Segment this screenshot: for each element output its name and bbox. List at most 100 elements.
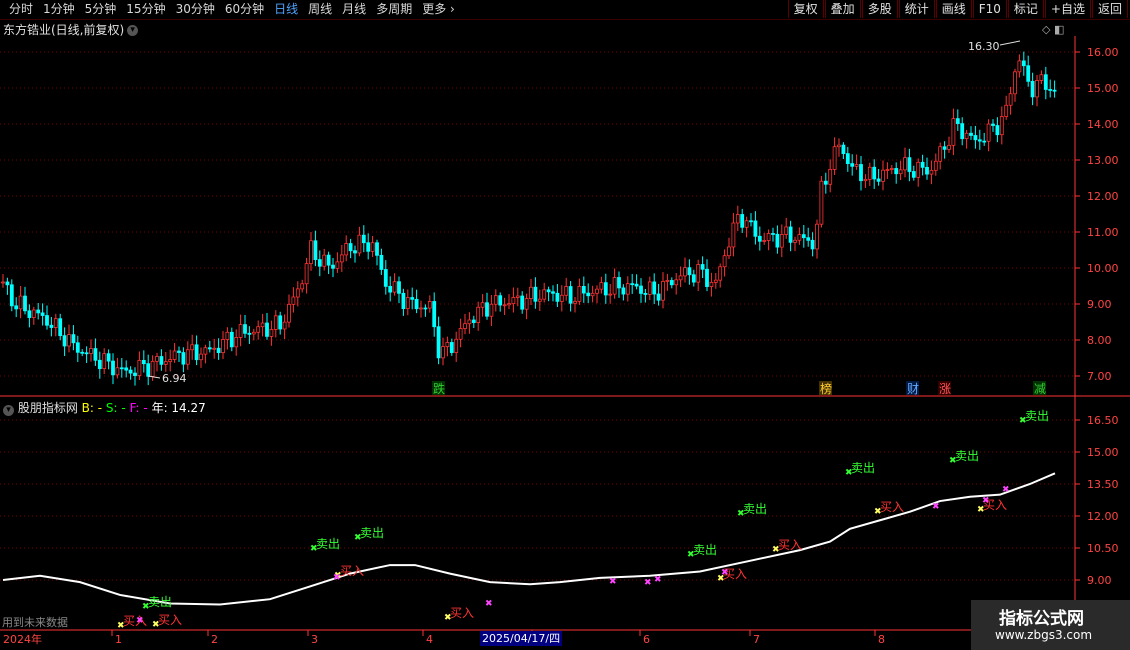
candle-body bbox=[625, 283, 630, 295]
candle-body bbox=[793, 239, 797, 243]
candle-body bbox=[1021, 60, 1026, 67]
candle-body bbox=[951, 118, 956, 146]
high-arrow bbox=[999, 40, 1021, 46]
candle-body bbox=[467, 319, 472, 325]
indicator-b-value: B: - bbox=[81, 401, 103, 415]
candle-body bbox=[643, 293, 648, 295]
indicator-tick-label: 13.50 bbox=[1087, 478, 1119, 491]
f-marker: ✖ bbox=[485, 599, 493, 609]
cursor-date: 2025/04/17/四 bbox=[480, 631, 563, 646]
event-marker[interactable]: 减 bbox=[1034, 382, 1046, 396]
candle-body bbox=[14, 305, 19, 310]
candle-body bbox=[234, 337, 239, 348]
price-tick-label: 13.00 bbox=[1087, 154, 1119, 167]
f-marker: ✖ bbox=[136, 616, 144, 626]
f-marker: ✖ bbox=[1002, 485, 1010, 495]
candle-body bbox=[463, 323, 467, 329]
time-axis: 2024年12345678 bbox=[3, 630, 885, 646]
candle-body bbox=[700, 264, 705, 270]
candle-body bbox=[225, 331, 230, 340]
candle-body bbox=[410, 297, 415, 300]
candle-body bbox=[1048, 89, 1053, 91]
indicator-name[interactable]: 股朋指标网 bbox=[18, 401, 78, 415]
low-price-label: 6.94 bbox=[162, 372, 187, 385]
candle-body bbox=[168, 359, 173, 363]
candle-body bbox=[366, 242, 371, 252]
event-marker[interactable]: 跌 bbox=[433, 381, 445, 396]
candle-body bbox=[128, 369, 133, 374]
candle-body bbox=[137, 359, 142, 377]
candle-body bbox=[489, 303, 494, 317]
candle-body bbox=[23, 295, 27, 312]
candle-body bbox=[58, 318, 63, 337]
candle-body bbox=[427, 301, 432, 309]
candle-body bbox=[445, 342, 450, 347]
candle-body bbox=[353, 250, 357, 254]
candle-body bbox=[295, 288, 300, 298]
candle-body bbox=[1, 281, 5, 284]
candle-body bbox=[62, 335, 67, 347]
candle-body bbox=[744, 220, 749, 228]
candle-body bbox=[18, 295, 23, 310]
buy-signal-label: 买入 bbox=[450, 606, 474, 620]
event-marker[interactable]: 财 bbox=[907, 382, 919, 396]
candle-body bbox=[243, 324, 247, 334]
candle-body bbox=[304, 263, 309, 285]
indicator-grid bbox=[0, 419, 1075, 581]
candle-body bbox=[762, 240, 767, 242]
candle-body bbox=[533, 286, 538, 302]
candle-body bbox=[973, 135, 978, 141]
chevron-down-icon[interactable]: ▾ bbox=[3, 405, 14, 416]
candle-body bbox=[678, 275, 683, 281]
candle-body bbox=[383, 269, 388, 287]
candle-body bbox=[287, 303, 291, 323]
candle-body bbox=[348, 243, 353, 252]
candle-body bbox=[344, 243, 349, 256]
future-data-notice: 用到未来数据 bbox=[2, 616, 68, 629]
candle-body bbox=[331, 264, 335, 269]
candle-body bbox=[634, 283, 639, 287]
price-tick-label: 8.00 bbox=[1087, 334, 1112, 347]
candle-body bbox=[982, 140, 987, 143]
candle-body bbox=[753, 220, 758, 237]
candle-body bbox=[93, 348, 98, 361]
price-tick-label: 10.00 bbox=[1087, 262, 1119, 275]
candle-body bbox=[727, 246, 731, 257]
candle-body bbox=[300, 283, 305, 290]
candle-body bbox=[361, 234, 366, 244]
candle-body bbox=[595, 288, 599, 294]
candle-body bbox=[423, 307, 428, 310]
candle-body bbox=[155, 356, 159, 362]
candlesticks bbox=[1, 51, 1057, 386]
candle-body bbox=[317, 259, 322, 267]
candle-body bbox=[581, 286, 586, 294]
candle-body bbox=[172, 350, 177, 360]
candle-body bbox=[995, 125, 1000, 136]
chart-canvas[interactable]: 16.00 15.00 14.00 13.00 12.00 11.00 10.00 9.00 8… bbox=[0, 0, 1130, 650]
candle-body bbox=[911, 171, 916, 178]
candle-body bbox=[969, 132, 973, 136]
candle-body bbox=[542, 289, 547, 300]
candle-body bbox=[837, 144, 841, 148]
candle-body bbox=[326, 254, 331, 266]
candle-body bbox=[947, 144, 951, 150]
candle-body bbox=[1008, 93, 1013, 106]
candle-body bbox=[146, 363, 151, 377]
candle-body bbox=[784, 226, 789, 235]
candle-body bbox=[986, 123, 991, 142]
candle-body bbox=[1035, 80, 1039, 98]
event-marker[interactable]: 涨 bbox=[939, 381, 951, 396]
candle-body bbox=[454, 338, 459, 353]
candle-body bbox=[1004, 104, 1009, 117]
candle-body bbox=[511, 297, 516, 305]
candle-body bbox=[920, 161, 925, 168]
candle-body bbox=[669, 280, 674, 286]
watermark: 指标公式网 www.zbgs3.com bbox=[971, 600, 1130, 650]
candle-body bbox=[515, 295, 520, 298]
candle-body bbox=[67, 334, 71, 347]
main-y-axis: 16.00 15.00 14.00 13.00 12.00 11.00 10.00 9.00 8… bbox=[1075, 46, 1119, 383]
candle-body bbox=[49, 324, 54, 328]
candle-body bbox=[27, 310, 32, 318]
candle-body bbox=[938, 146, 943, 162]
event-marker[interactable]: 榜 bbox=[820, 381, 832, 396]
